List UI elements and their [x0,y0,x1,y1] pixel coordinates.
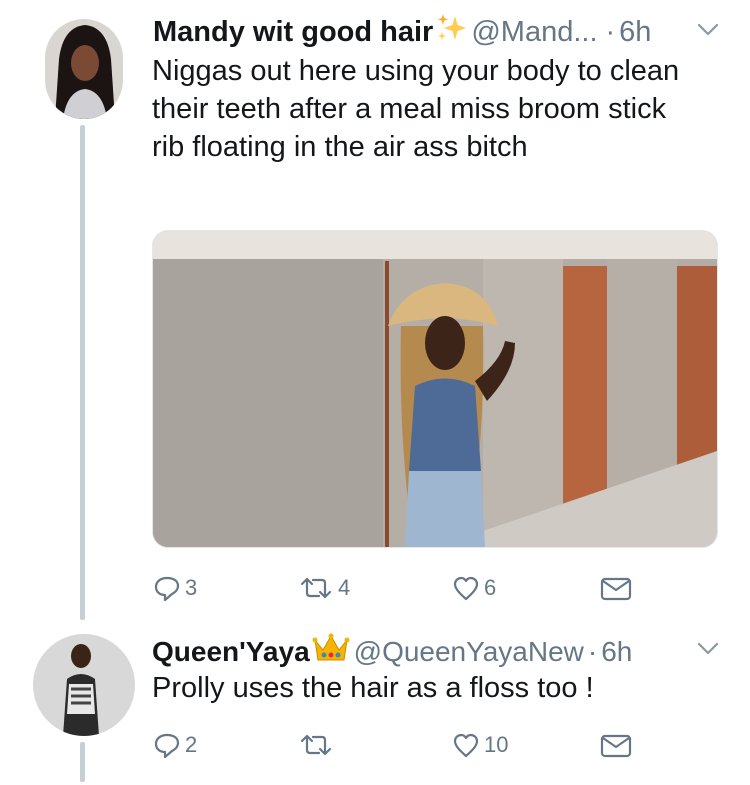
user-handle[interactable]: @Mand... [471,16,597,49]
display-name[interactable]: Queen'Yaya [152,636,310,668]
tweet-text: Niggas out here using your body to clean… [152,55,680,163]
chevron-down-icon[interactable] [697,22,719,43]
tweet-text: Prolly uses the hair as a floss too ! [152,672,594,704]
like-count: 6 [484,575,497,600]
reply-icon [154,733,180,758]
tweet-header: Mandy wit good hair @Mand... · 6h [153,12,651,52]
tweet-header: Queen'Yaya @QueenYayaNew · 6h [152,632,632,671]
reply-icon [154,576,180,601]
chevron-down-icon[interactable] [697,641,719,662]
separator-dot: · [605,15,616,48]
user-handle[interactable]: @QueenYayaNew [354,636,584,668]
heart-icon [453,576,479,601]
crown-icon [312,632,350,671]
timestamp[interactable]: 6h [601,636,632,668]
envelope-icon [600,577,632,601]
tweet-image[interactable] [152,230,718,548]
envelope-icon [600,734,632,758]
separator-dot: · [587,635,598,667]
direct-message-button[interactable] [600,734,632,758]
reply-count: 3 [185,575,198,600]
reply-button[interactable]: 3 [153,575,197,601]
like-button[interactable]: 10 [452,732,508,758]
like-button[interactable]: 6 [452,575,496,601]
like-count: 10 [484,732,509,757]
avatar[interactable] [33,634,135,736]
direct-message-button[interactable] [600,577,632,601]
reply-count: 2 [185,732,198,757]
avatar[interactable] [45,19,123,119]
retweet-count: 4 [338,575,351,600]
thread-line [80,125,85,620]
retweet-button[interactable] [298,732,338,758]
reply-button[interactable]: 2 [153,732,197,758]
heart-icon [453,733,479,758]
display-name[interactable]: Mandy wit good hair [153,16,433,49]
thread-line [80,742,85,782]
sparkles-icon [435,12,467,52]
retweet-icon [300,734,332,756]
timestamp[interactable]: 6h [619,16,651,49]
retweet-icon [300,577,332,599]
retweet-button[interactable]: 4 [298,575,350,601]
